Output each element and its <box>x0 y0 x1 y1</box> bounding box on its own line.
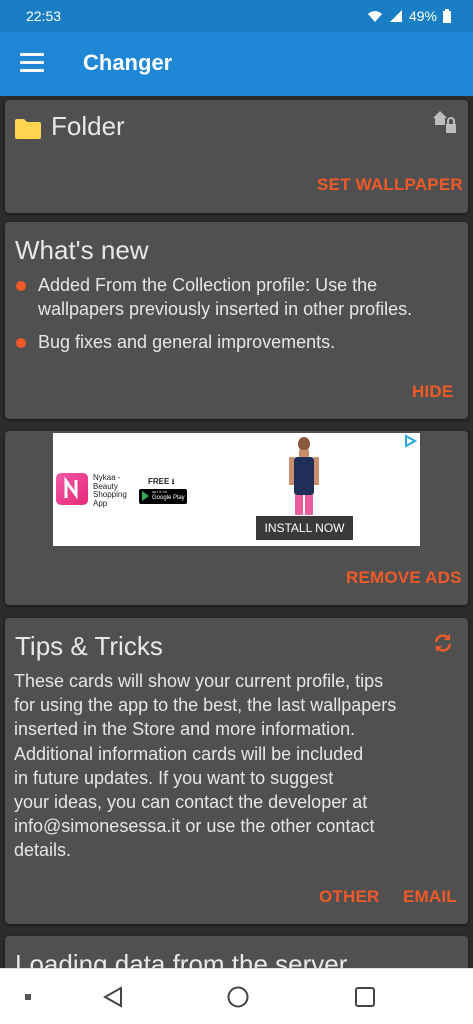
battery-percent: 49% <box>408 8 437 24</box>
ad-app-icon <box>56 473 88 505</box>
status-time: 22:53 <box>26 8 62 24</box>
status-bar: 22:53 49% <box>0 0 473 32</box>
whats-new-card: What's new Added From the Collection pro… <box>5 222 468 419</box>
whats-new-item-text: Bug fixes and general improvements. <box>38 332 336 352</box>
google-play-badge[interactable]: GET IT ON Google Play <box>139 489 187 504</box>
app-title: Changer <box>83 50 173 75</box>
download-icon: ⭳ <box>171 477 175 486</box>
signal-icon <box>389 10 402 22</box>
play-logo-icon <box>142 491 149 501</box>
ad-banner[interactable]: Nykaa - Beauty Shopping App FREE ⭳ GET I… <box>53 433 420 546</box>
folder-icon <box>15 119 41 139</box>
ad-choices-icon[interactable] <box>403 434 418 448</box>
remove-ads-button[interactable]: REMOVE ADS <box>346 568 462 588</box>
loading-card: Loading data from the server <box>5 936 468 968</box>
install-now-button[interactable]: INSTALL NOW <box>256 516 353 540</box>
home-icon[interactable] <box>227 986 249 1008</box>
whats-new-item: Bug fixes and general improvements. <box>14 330 460 354</box>
email-button[interactable]: EMAIL <box>403 887 457 907</box>
folder-card-title: Folder <box>51 111 125 141</box>
overview-icon[interactable] <box>354 986 376 1008</box>
app-bar: Changer <box>0 32 473 96</box>
ad-free-label: FREE ⭳ <box>148 477 175 486</box>
whats-new-item-text: Added From the Collection profile: Use t… <box>38 275 413 319</box>
bullet-dot <box>16 338 26 348</box>
status-icons: 49% <box>367 8 451 24</box>
ad-model-image <box>289 437 319 515</box>
menu-icon[interactable] <box>20 53 44 73</box>
whats-new-item: Added From the Collection profile: Use t… <box>14 273 460 321</box>
refresh-icon[interactable] <box>432 632 454 654</box>
bullet-dot <box>16 281 26 291</box>
tips-body: These cards will show your current profi… <box>14 671 397 861</box>
other-button[interactable]: OTHER <box>319 887 380 907</box>
ad-brand-text: Nykaa - Beauty Shopping App <box>93 473 127 508</box>
back-icon[interactable] <box>103 986 123 1008</box>
wifi-icon <box>367 11 382 22</box>
loading-title: Loading data from the server <box>15 949 348 968</box>
tips-card: Tips & Tricks These cards will show your… <box>5 618 468 924</box>
navigation-bar <box>0 968 473 1024</box>
tips-title: Tips & Tricks <box>15 631 163 661</box>
recents-dot-icon[interactable] <box>25 994 31 1000</box>
battery-icon <box>443 9 451 23</box>
set-wallpaper-button[interactable]: SET WALLPAPER <box>317 175 463 195</box>
ad-card: Nykaa - Beauty Shopping App FREE ⭳ GET I… <box>5 431 468 605</box>
whats-new-title: What's new <box>15 235 149 265</box>
folder-card: Folder SET WALLPAPER <box>5 100 468 213</box>
home-lock-icon <box>433 111 456 133</box>
card-list[interactable]: Folder SET WALLPAPER What's new Added Fr… <box>0 96 473 968</box>
hide-button[interactable]: HIDE <box>412 382 453 402</box>
